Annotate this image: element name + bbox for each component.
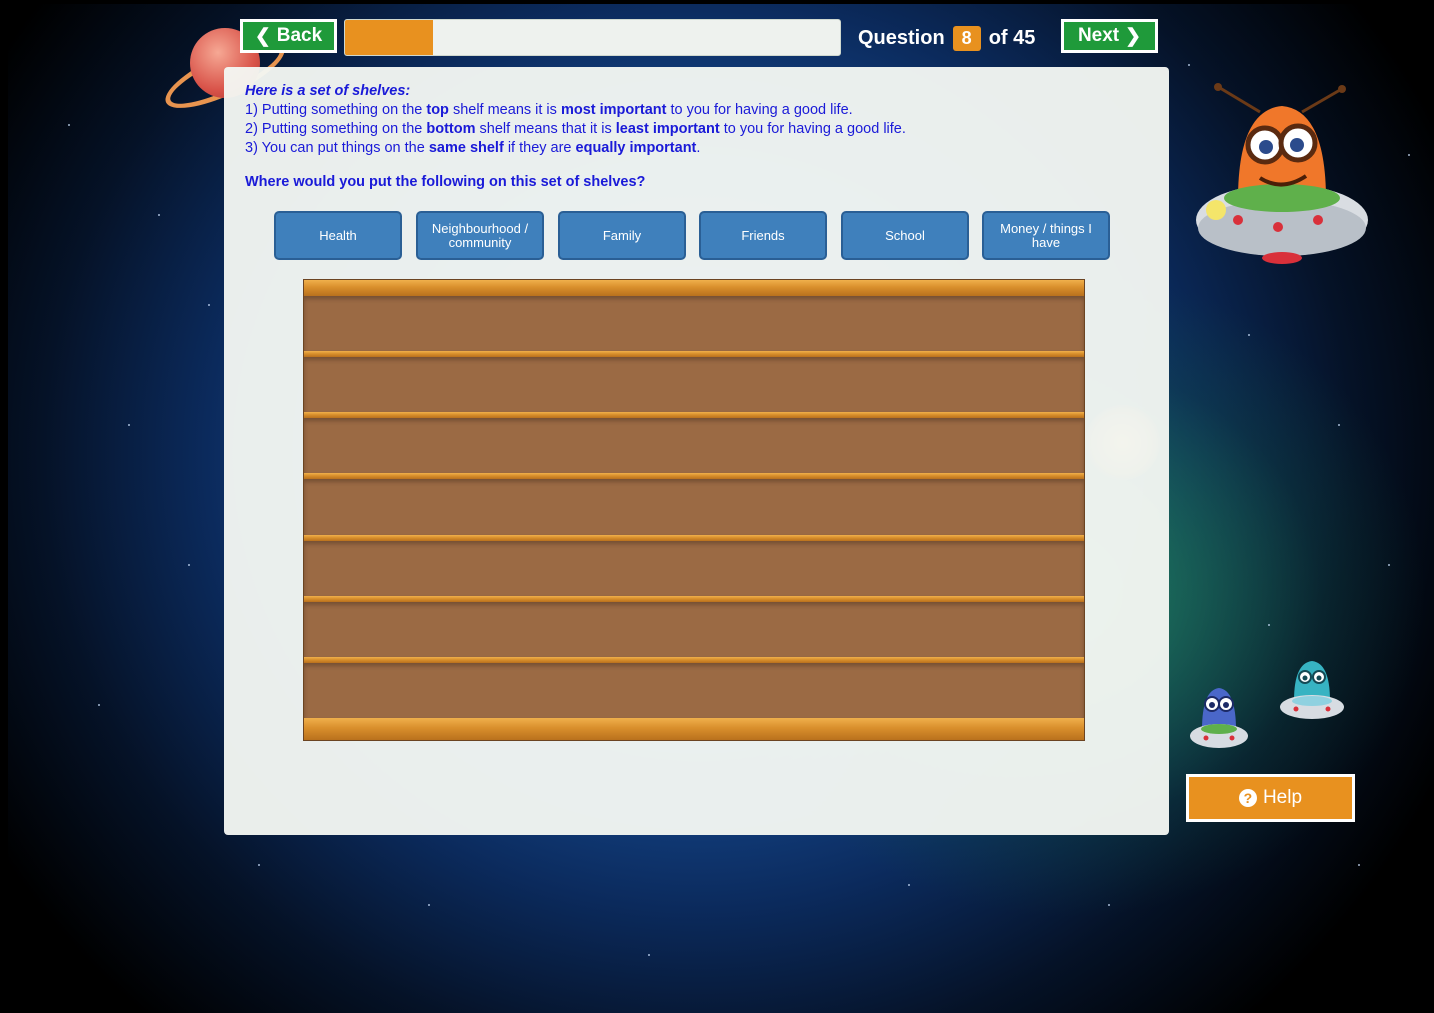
chevron-left-icon: ❮: [254, 25, 271, 47]
shelf-unit: [303, 279, 1085, 741]
shelf-5[interactable]: [304, 540, 1084, 596]
question-total: of 45: [988, 26, 1036, 49]
next-button-label: Next: [1077, 25, 1120, 46]
item-school[interactable]: School: [841, 211, 969, 260]
item-health[interactable]: Health: [274, 211, 402, 260]
instruction-line-2: 2) Putting something on the bottom shelf…: [245, 121, 906, 137]
help-button[interactable]: ? Help: [1186, 774, 1355, 822]
help-button-label: Help: [1262, 787, 1303, 808]
instruction-line-1: 1) Putting something on the top shelf me…: [245, 102, 853, 118]
shelf-1[interactable]: [304, 296, 1084, 352]
chevron-right-icon: ❯: [1125, 25, 1142, 47]
instruction-line-3: 3) You can put things on the same shelf …: [245, 140, 701, 156]
back-button-label: Back: [276, 25, 323, 46]
shelf-4[interactable]: [304, 479, 1084, 535]
shelf-3[interactable]: [304, 418, 1084, 474]
question-panel: Here is a set of shelves: 1) Putting som…: [224, 67, 1169, 835]
progress-bar: [344, 19, 841, 56]
shelf-top-plank: [304, 280, 1084, 296]
shelf-6[interactable]: [304, 601, 1084, 657]
blue-alien-ufo-image: [1190, 688, 1248, 748]
instructions: Here is a set of shelves: 1) Putting som…: [245, 82, 906, 158]
shelf-2[interactable]: [304, 357, 1084, 413]
question-number-badge: 8: [952, 25, 981, 51]
item-friends[interactable]: Friends: [699, 211, 827, 260]
question-mark-icon: ?: [1238, 789, 1257, 807]
item-neighbourhood-community[interactable]: Neighbourhood / community: [416, 211, 544, 260]
next-button[interactable]: Next ❯: [1061, 19, 1158, 53]
question-label: Question: [858, 26, 945, 49]
question-text: Where would you put the following on thi…: [245, 174, 646, 190]
item-family[interactable]: Family: [558, 211, 686, 260]
shelf-7[interactable]: [304, 662, 1084, 718]
orange-alien-ufo-image: [1196, 83, 1368, 264]
back-button[interactable]: ❮ Back: [240, 19, 337, 53]
progress-fill: [345, 20, 434, 55]
question-counter: Question 8 of 45: [858, 23, 1035, 53]
item-money-things[interactable]: Money / things I have: [982, 211, 1110, 260]
teal-alien-ufo-image: [1280, 661, 1344, 719]
instructions-heading: Here is a set of shelves:: [245, 83, 411, 99]
shelf-bottom-plank: [304, 718, 1084, 740]
